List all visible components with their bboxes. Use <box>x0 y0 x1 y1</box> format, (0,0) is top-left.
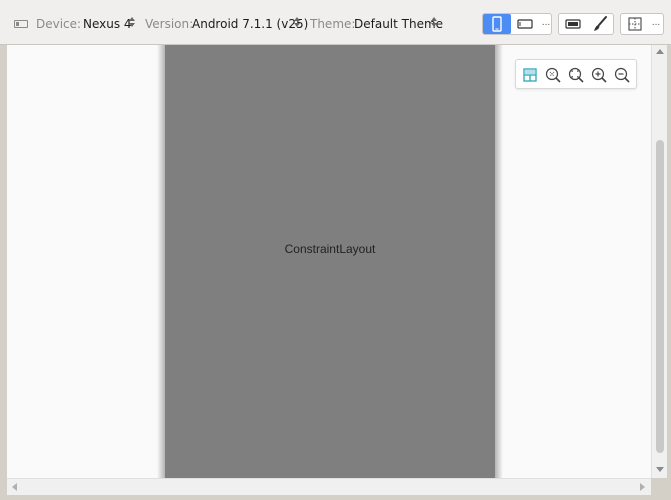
blueprint-group: ... <box>620 13 664 35</box>
zoom-actual-button[interactable] <box>544 66 562 84</box>
pan-button[interactable] <box>521 66 539 84</box>
scroll-right-arrow-icon[interactable] <box>640 483 645 491</box>
design-canvas[interactable]: ConstraintLayout <box>7 45 651 478</box>
landscape-phone-icon <box>517 19 533 29</box>
pan-layout-icon <box>523 68 537 82</box>
orientation-more-button[interactable]: ... <box>540 14 552 34</box>
device-label: Device: <box>36 17 82 31</box>
scrollbar-corner <box>651 478 667 495</box>
portrait-phone-icon <box>492 16 502 32</box>
zoom-in-button[interactable] <box>590 66 608 84</box>
theme-label: Theme: <box>310 17 356 31</box>
zoom-in-icon <box>591 67 607 83</box>
blueprint-layout-icon <box>628 17 642 31</box>
zoom-out-icon <box>614 67 630 83</box>
zoom-controls-panel <box>515 59 637 89</box>
phone-shadow-left <box>157 45 165 478</box>
constraint-layout-label: ConstraintLayout <box>284 242 376 256</box>
paintbrush-icon <box>594 16 607 31</box>
design-surface-icon <box>565 19 581 29</box>
scroll-up-arrow-icon[interactable] <box>656 49 664 54</box>
theme-selector[interactable]: Default Theme <box>354 17 443 31</box>
zoom-fit-icon <box>568 67 584 83</box>
layout-editor-toolbar: Device: Nexus 4 Version: Android 7.1.1 (… <box>0 0 671 45</box>
zoom-out-button[interactable] <box>613 66 631 84</box>
phone-shadow-right <box>495 45 503 478</box>
blueprint-button[interactable] <box>621 14 649 34</box>
landscape-button[interactable] <box>512 14 540 34</box>
portrait-button[interactable] <box>483 14 511 34</box>
version-updown-icon[interactable] <box>294 17 301 29</box>
version-selector[interactable]: Android 7.1.1 (v25) <box>192 17 308 31</box>
design-surface-button[interactable] <box>559 14 587 34</box>
theme-updown-icon[interactable] <box>431 17 438 29</box>
device-updown-icon[interactable] <box>129 17 136 29</box>
scroll-left-arrow-icon[interactable] <box>12 483 17 491</box>
vertical-scrollbar[interactable] <box>651 45 667 478</box>
horizontal-scrollbar[interactable] <box>7 478 651 495</box>
version-label: Version: <box>145 17 194 31</box>
design-mode-group <box>558 13 614 35</box>
zoom-actual-icon <box>545 67 561 83</box>
vertical-scroll-thumb[interactable] <box>656 140 664 453</box>
scroll-down-arrow-icon[interactable] <box>656 467 664 472</box>
device-frame-icon[interactable] <box>14 20 28 28</box>
orientation-group: ... <box>482 13 552 35</box>
mode-more-button[interactable]: ... <box>649 14 663 34</box>
device-screen-preview[interactable]: ConstraintLayout <box>165 45 495 478</box>
device-selector[interactable]: Nexus 4 <box>83 17 132 31</box>
zoom-fit-button[interactable] <box>567 66 585 84</box>
paint-button[interactable] <box>587 14 614 34</box>
